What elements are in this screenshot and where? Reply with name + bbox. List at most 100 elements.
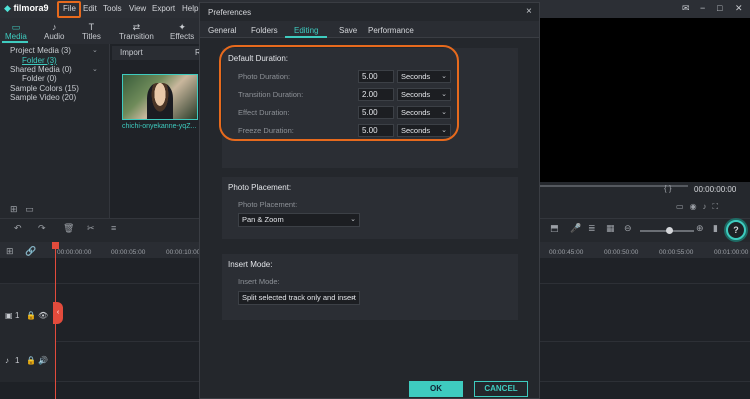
zoom-in-icon[interactable]: ⊕ [696, 223, 704, 234]
ruler-tick: 00:01:00:00 [714, 249, 749, 256]
photo-placement-title: Photo Placement: [228, 183, 292, 192]
insert-mode-title: Insert Mode: [228, 260, 273, 269]
playhead-marker[interactable] [52, 242, 59, 249]
ruler-tick: 00:00:55:00 [659, 249, 694, 256]
split-screen-icon[interactable]: ▦ [606, 223, 615, 234]
tab-titles[interactable]: T Titles [82, 22, 101, 41]
audio-track-number: 1 [15, 356, 20, 365]
photo-placement-label: Photo Placement: [238, 200, 298, 209]
ruler-tick: 00:00:10:00 [166, 249, 201, 256]
insert-mode-section: Insert Mode: Insert Mode: Split selected… [222, 254, 518, 320]
tree-item-project-media[interactable]: Project Media (3) [10, 46, 71, 55]
ruler-tick: 00:00:45:00 [549, 249, 584, 256]
folder-icon: ▭ [11, 22, 21, 32]
tab-folders[interactable]: Folders [251, 26, 278, 35]
clip-name: chichi-onyekanne-yqZ... [122, 123, 197, 130]
menu-help[interactable]: Help [182, 4, 198, 13]
lock-icon[interactable]: 🔒 [26, 356, 36, 365]
ruler-tick: 00:00:00:00 [57, 249, 92, 256]
new-folder-icon[interactable]: ⊞ [10, 204, 18, 214]
close-window-button[interactable]: ✕ [735, 3, 743, 14]
volume-icon[interactable]: ♪ [703, 202, 713, 211]
help-button[interactable]: ? [726, 220, 746, 240]
tree-item-sample-video[interactable]: Sample Video (20) [10, 93, 76, 102]
minimize-button[interactable]: − [700, 3, 705, 13]
playhead-handle[interactable]: ‹ [53, 302, 63, 324]
tab-general[interactable]: General [208, 26, 236, 35]
add-track-icon[interactable]: ⊞ [6, 246, 14, 257]
active-dialog-tab-indicator [285, 36, 327, 38]
link-icon[interactable]: 🔗 [25, 246, 36, 257]
media-grid [110, 44, 200, 218]
import-button[interactable]: Import [120, 48, 143, 57]
tab-effects[interactable]: ✦ Effects [170, 22, 194, 41]
effects-icon: ✦ [178, 22, 186, 32]
microphone-icon[interactable]: 🎤 [570, 223, 581, 234]
cancel-button[interactable]: CANCEL [474, 381, 528, 397]
tab-editing[interactable]: Editing [294, 26, 318, 35]
redo-icon[interactable]: ↷ [38, 223, 46, 234]
snapshot-icon[interactable]: ◉ [690, 202, 703, 211]
active-tab-indicator [2, 41, 28, 43]
tab-media[interactable]: ▭ Media [5, 22, 27, 41]
folder-outline-icon[interactable]: ▭ [25, 204, 34, 214]
tab-save[interactable]: Save [339, 26, 357, 35]
library-footer: ⊞ ▭ [10, 204, 34, 215]
adjust-icon[interactable]: ≡ [111, 223, 116, 233]
default-duration-highlight [219, 45, 459, 141]
ruler-tick: 00:00:50:00 [604, 249, 639, 256]
tab-transition[interactable]: ⇄ Transition [119, 22, 154, 41]
menu-export[interactable]: Export [152, 4, 175, 13]
tree-item-sample-colors[interactable]: Sample Colors (15) [10, 84, 79, 93]
file-menu-highlight [57, 1, 81, 18]
preview-tools: ▭◉♪⛶ [676, 202, 724, 212]
app-logo: ◆ filmora9 [4, 3, 49, 13]
close-icon[interactable]: × [526, 6, 532, 17]
eye-icon[interactable]: 👁 [38, 311, 48, 320]
preview-timecode: 00:00:00:00 [694, 185, 737, 194]
marker-icon[interactable]: ⬒ [550, 223, 559, 234]
menu-view[interactable]: View [129, 4, 146, 13]
restore-button[interactable]: □ [717, 3, 722, 13]
tree-item-folder-project[interactable]: Folder (3) [22, 56, 57, 65]
monitor-icon[interactable]: ▭ [676, 202, 690, 211]
video-track-icon: ▣ [5, 311, 13, 320]
chevron-down-icon[interactable]: ⌄ [92, 46, 98, 54]
media-thumbnail[interactable] [122, 74, 198, 120]
insert-mode-select[interactable]: Split selected track only and insert ⌄ [238, 291, 360, 305]
dialog-tab-bar: General Folders Editing Save Performance [200, 21, 539, 38]
notification-icon[interactable]: ✉ [682, 3, 690, 14]
ruler-tick: 00:00:05:00 [111, 249, 146, 256]
zoom-slider-handle[interactable] [666, 227, 673, 234]
cut-icon[interactable]: ✂ [87, 223, 95, 234]
chevron-down-icon: ⌄ [350, 294, 356, 301]
photo-placement-select[interactable]: Pan & Zoom ⌄ [238, 213, 360, 227]
menu-edit[interactable]: Edit [83, 4, 97, 13]
preview-window [540, 18, 750, 182]
ok-button[interactable]: OK [409, 381, 463, 397]
text-icon: T [88, 22, 95, 32]
mark-in-out[interactable]: { } [664, 184, 672, 193]
tab-audio[interactable]: ♪ Audio [44, 22, 64, 41]
undo-icon[interactable]: ↶ [14, 223, 22, 234]
tree-item-shared-media[interactable]: Shared Media (0) [10, 65, 72, 74]
video-track-number: 1 [15, 311, 20, 320]
music-icon: ♪ [5, 356, 9, 365]
music-icon: ♪ [51, 22, 57, 32]
delete-icon[interactable]: 🗑 [63, 223, 74, 234]
photo-placement-section: Photo Placement: Photo Placement: Pan & … [222, 177, 518, 239]
chevron-down-icon[interactable]: ⌄ [92, 65, 98, 73]
lock-icon[interactable]: 🔒 [26, 311, 36, 320]
zoom-out-icon[interactable]: ⊖ [624, 223, 632, 234]
dialog-title: Preferences [208, 8, 252, 17]
transition-icon: ⇄ [132, 22, 141, 32]
track-view-icon[interactable]: ▮ [713, 223, 718, 234]
speaker-icon[interactable]: 🔊 [38, 356, 48, 365]
fullscreen-icon[interactable]: ⛶ [713, 202, 725, 211]
thumbnail-image [147, 83, 173, 119]
tree-item-folder-shared[interactable]: Folder (0) [22, 74, 57, 83]
tab-performance[interactable]: Performance [368, 26, 414, 35]
chevron-down-icon: ⌄ [350, 216, 356, 223]
menu-tools[interactable]: Tools [103, 4, 122, 13]
voiceover-icon[interactable]: ≣ [588, 223, 596, 234]
